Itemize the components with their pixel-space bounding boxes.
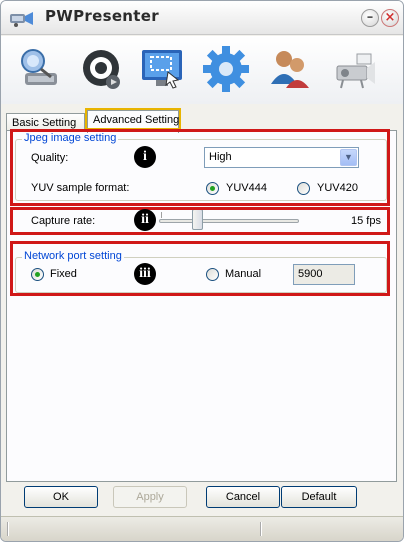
yuv420-label: YUV420: [317, 182, 358, 194]
tab-advanced-setting[interactable]: Advanced Setting: [87, 110, 179, 133]
slider-tick: [161, 212, 162, 218]
yuv-format-label: YUV sample format:: [31, 182, 130, 194]
quality-select-value: High: [209, 151, 232, 163]
fixed-port-radio[interactable]: [31, 268, 44, 281]
presenter-window: PWPresenter – × Basic Setting Advanced S…: [0, 0, 404, 542]
yuv444-label: YUV444: [226, 182, 267, 194]
capture-rate-slider-thumb[interactable]: [192, 209, 203, 230]
jpeg-settings-legend: Jpeg image setting: [22, 132, 119, 144]
status-bar: [1, 516, 403, 541]
status-separator: [7, 522, 9, 536]
manual-port-label: Manual: [225, 268, 262, 280]
title-bar[interactable]: PWPresenter – ×: [1, 1, 403, 35]
status-separator: [260, 522, 262, 536]
quality-label: Quality:: [31, 152, 69, 164]
capture-rate-label: Capture rate:: [31, 215, 96, 227]
settings-gear-icon[interactable]: [201, 44, 251, 94]
ok-button[interactable]: OK: [24, 486, 98, 508]
default-button[interactable]: Default: [281, 486, 357, 508]
app-title: PWPresenter: [45, 7, 159, 25]
users-icon[interactable]: [265, 44, 315, 94]
cancel-button[interactable]: Cancel: [206, 486, 280, 508]
minimize-button[interactable]: –: [361, 9, 379, 27]
icon-toolbar: [1, 36, 403, 104]
quality-select[interactable]: High ▼: [204, 147, 359, 168]
app-logo-icon: [10, 12, 33, 27]
yuv444-radio[interactable]: [206, 182, 219, 195]
camera-icon[interactable]: [77, 44, 127, 94]
network-port-legend: Network port setting: [22, 250, 124, 262]
apply-button[interactable]: Apply: [113, 486, 187, 508]
screen-capture-icon[interactable]: [138, 44, 188, 94]
manual-port-radio[interactable]: [206, 268, 219, 281]
port-number-field[interactable]: 5900: [293, 264, 355, 285]
close-button[interactable]: ×: [381, 9, 399, 27]
callout-badge-2: ii: [134, 209, 156, 231]
yuv420-radio[interactable]: [297, 182, 310, 195]
projector-icon[interactable]: [329, 44, 379, 94]
capture-rate-track[interactable]: [159, 219, 299, 223]
callout-badge-3: iii: [134, 263, 156, 285]
network-icon[interactable]: [15, 44, 65, 94]
fixed-port-label: Fixed: [50, 268, 77, 280]
chevron-down-icon[interactable]: ▼: [340, 149, 357, 166]
callout-badge-1: i: [134, 146, 156, 168]
capture-rate-value: 15 fps: [351, 215, 381, 227]
